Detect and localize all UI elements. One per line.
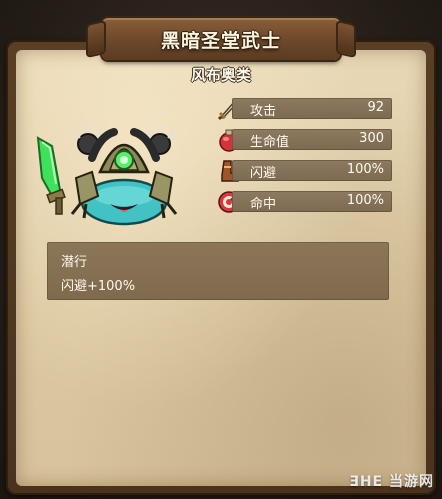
stat-label: 生命值 [250,135,290,150]
title-banner: 黑暗圣堂武士 [102,18,340,60]
hero-portrait [36,124,178,226]
watermark: ƎHE 当游网 [349,474,434,490]
stat-value: 100% [346,162,384,177]
green-sword-icon [36,136,66,215]
skill-description: 闪避+100% [61,279,136,294]
stat-label: 闪避 [250,166,277,181]
skill-panel: 潜行 闪避+100% [47,242,389,300]
stat-value: 100% [346,193,384,208]
card-screen: 黑暗圣堂武士 风布奥类 攻击 92 生命值 300 闪避 100% 命中 100… [0,0,442,499]
unit-title: 黑暗圣堂武士 [160,30,281,52]
stat-value: 300 [359,131,384,146]
stat-value: 92 [367,100,384,115]
unit-subtitle: 风布奥类 [190,66,251,84]
stat-row-attack: 攻击 92 [232,98,392,119]
skill-name: 潜行 [61,255,88,270]
stat-row-dodge: 闪避 100% [232,160,392,181]
stat-label: 攻击 [250,104,277,119]
stat-row-health: 生命值 300 [232,129,392,150]
helmet [88,128,160,174]
stat-row-accuracy: 命中 100% [232,191,392,212]
stat-label: 命中 [250,197,277,212]
